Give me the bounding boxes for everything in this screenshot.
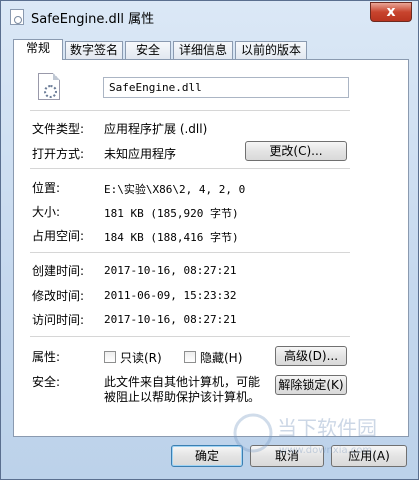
- location-label: 位置:: [32, 181, 61, 195]
- location-value: E:\实验\X86\2, 4, 2, 0: [104, 183, 246, 196]
- accessed-value: 2017-10-16, 08:27:21: [104, 313, 237, 326]
- separator: [30, 110, 350, 111]
- title-bar: SafeEngine.dll 属性 x: [1, 1, 418, 31]
- tab-digital-signatures[interactable]: 数字签名: [65, 41, 123, 59]
- tab-previous-versions[interactable]: 以前的版本: [235, 41, 307, 59]
- tab-general[interactable]: 常规: [13, 39, 63, 60]
- attributes-label: 属性:: [32, 350, 61, 364]
- general-tab-panel: SafeEngine.dll 文件类型: 应用程序扩展 (.dll) 打开方式:…: [13, 59, 409, 437]
- size-label: 大小:: [32, 205, 61, 219]
- created-label: 创建时间:: [32, 264, 85, 278]
- security-label: 安全:: [32, 375, 61, 389]
- tab-details[interactable]: 详细信息: [173, 41, 233, 59]
- opens-with-label: 打开方式:: [32, 147, 85, 161]
- watermark-text-cn: 当下软件园: [277, 416, 377, 440]
- size-on-disk-label: 占用空间:: [32, 229, 85, 243]
- created-value: 2017-10-16, 08:27:21: [104, 264, 237, 277]
- close-button[interactable]: x: [370, 2, 412, 22]
- window-title: SafeEngine.dll 属性: [31, 12, 155, 27]
- size-on-disk-value: 184 KB (188,416 字节): [104, 231, 239, 244]
- change-button[interactable]: 更改(C)...: [245, 141, 347, 161]
- advanced-button[interactable]: 高级(D)...: [275, 346, 347, 366]
- dll-file-icon: [10, 9, 24, 25]
- gear-icon: [44, 85, 57, 98]
- separator: [30, 252, 350, 253]
- readonly-checkbox[interactable]: [104, 351, 116, 363]
- file-type-value: 应用程序扩展 (.dll): [104, 122, 208, 136]
- dll-file-icon: [38, 73, 60, 100]
- hidden-checkbox[interactable]: [184, 351, 196, 363]
- separator: [30, 168, 350, 169]
- security-text-line2: 被阻止以帮助保护该计算机。: [104, 390, 261, 404]
- watermark-logo: 当下软件园 www.downxia.com: [233, 413, 377, 456]
- tab-security[interactable]: 安全: [125, 41, 171, 59]
- file-type-label: 文件类型:: [32, 122, 85, 136]
- properties-window: SafeEngine.dll 属性 x 常规 数字签名 安全 详细信息 以前的版…: [0, 0, 419, 480]
- size-value: 181 KB (185,920 字节): [104, 207, 239, 220]
- opens-with-value: 未知应用程序: [104, 147, 177, 161]
- watermark-text-en: www.downxia.com: [279, 445, 372, 456]
- readonly-label[interactable]: 只读(R): [120, 349, 162, 366]
- file-name-field[interactable]: SafeEngine.dll: [103, 77, 349, 98]
- separator: [30, 336, 350, 337]
- accessed-label: 访问时间:: [32, 313, 85, 327]
- modified-label: 修改时间:: [32, 289, 85, 303]
- unblock-button[interactable]: 解除锁定(K): [275, 375, 347, 395]
- hidden-label[interactable]: 隐藏(H): [200, 349, 242, 366]
- modified-value: 2011-06-09, 15:23:32: [104, 289, 237, 302]
